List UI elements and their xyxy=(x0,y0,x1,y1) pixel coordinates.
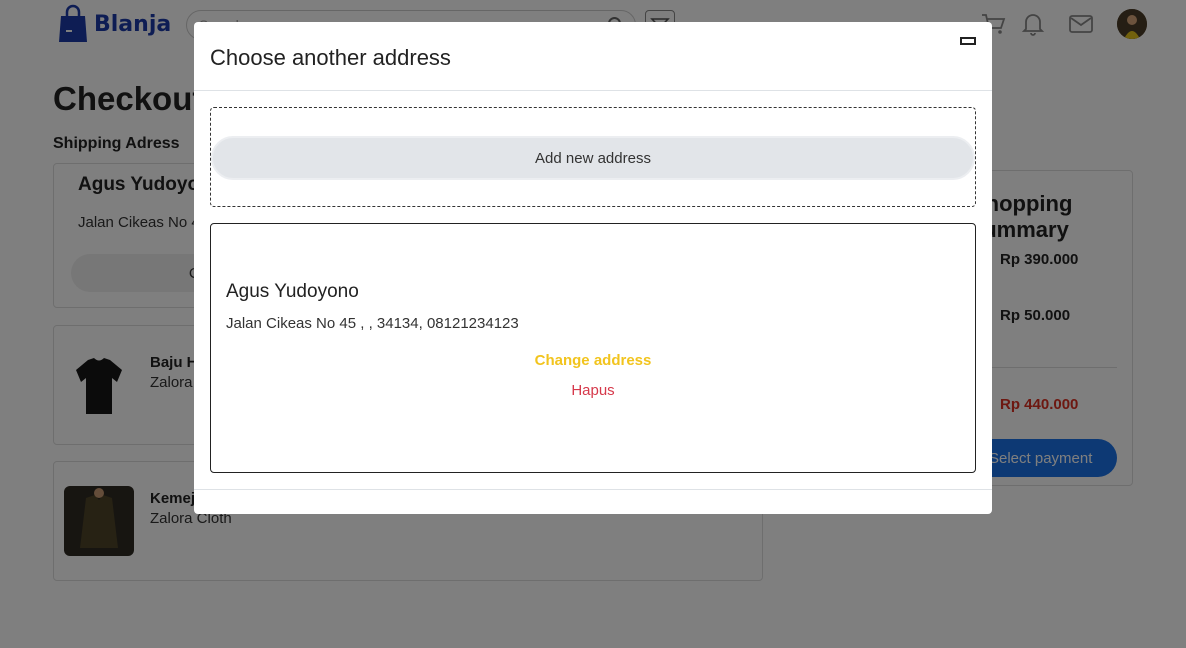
close-icon[interactable] xyxy=(960,37,976,45)
modal-header-divider xyxy=(194,90,992,91)
add-address-box: Add new address xyxy=(210,107,976,207)
address-name: Agus Yudoyono xyxy=(226,281,359,302)
modal-title: Choose another address xyxy=(210,45,451,70)
add-new-address-button[interactable]: Add new address xyxy=(211,136,975,180)
change-address-link[interactable]: Change address xyxy=(211,352,975,369)
modal-footer-divider xyxy=(194,489,992,490)
choose-address-modal: Choose another address Add new address A… xyxy=(194,22,992,514)
address-detail: Jalan Cikeas No 45 , , 34134, 0812123412… xyxy=(226,315,519,332)
address-card[interactable]: Agus Yudoyono Jalan Cikeas No 45 , , 341… xyxy=(210,223,976,473)
delete-address-link[interactable]: Hapus xyxy=(211,382,975,399)
